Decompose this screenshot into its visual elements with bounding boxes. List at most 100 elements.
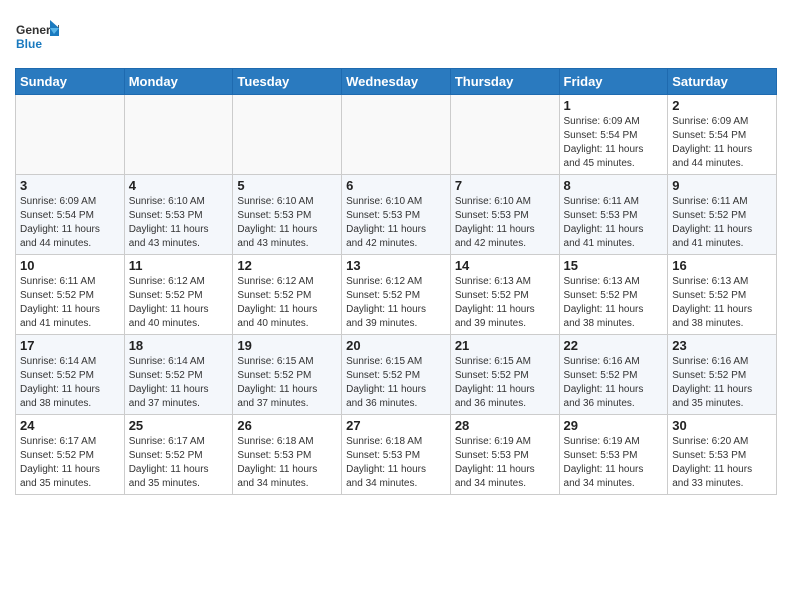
day-cell: 6 Sunrise: 6:10 AM Sunset: 5:53 PM Daylig… <box>342 175 451 255</box>
weekday-tuesday: Tuesday <box>233 69 342 95</box>
day-cell: 15 Sunrise: 6:13 AM Sunset: 5:52 PM Dayli… <box>559 255 668 335</box>
day-cell: 11 Sunrise: 6:12 AM Sunset: 5:52 PM Dayli… <box>124 255 233 335</box>
week-row-2: 3 Sunrise: 6:09 AM Sunset: 5:54 PM Daylig… <box>16 175 777 255</box>
day-info: Sunrise: 6:18 AM Sunset: 5:53 PM Dayligh… <box>346 435 446 491</box>
day-info: Sunrise: 6:09 AM Sunset: 5:54 PM Dayligh… <box>564 115 664 171</box>
weekday-monday: Monday <box>124 69 233 95</box>
header: General Blue <box>15 10 777 60</box>
day-info: Sunrise: 6:17 AM Sunset: 5:52 PM Dayligh… <box>129 435 229 491</box>
day-info: Sunrise: 6:09 AM Sunset: 5:54 PM Dayligh… <box>672 115 772 171</box>
week-row-3: 10 Sunrise: 6:11 AM Sunset: 5:52 PM Dayli… <box>16 255 777 335</box>
day-number: 17 <box>20 338 120 353</box>
day-info: Sunrise: 6:14 AM Sunset: 5:52 PM Dayligh… <box>20 355 120 411</box>
day-cell: 29 Sunrise: 6:19 AM Sunset: 5:53 PM Dayli… <box>559 415 668 495</box>
day-number: 21 <box>455 338 555 353</box>
day-number: 18 <box>129 338 229 353</box>
day-cell: 21 Sunrise: 6:15 AM Sunset: 5:52 PM Dayli… <box>450 335 559 415</box>
weekday-saturday: Saturday <box>668 69 777 95</box>
day-number: 30 <box>672 418 772 433</box>
day-cell: 27 Sunrise: 6:18 AM Sunset: 5:53 PM Dayli… <box>342 415 451 495</box>
day-cell <box>450 95 559 175</box>
day-cell: 19Sunrise: 6:15 AM Sunset: 5:52 PM Dayli… <box>233 335 342 415</box>
day-cell: 1 Sunrise: 6:09 AM Sunset: 5:54 PM Daylig… <box>559 95 668 175</box>
day-info: Sunrise: 6:12 AM Sunset: 5:52 PM Dayligh… <box>237 275 337 331</box>
week-row-5: 24Sunrise: 6:17 AM Sunset: 5:52 PM Dayli… <box>16 415 777 495</box>
day-number: 29 <box>564 418 664 433</box>
day-number: 1 <box>564 98 664 113</box>
day-info: Sunrise: 6:17 AM Sunset: 5:52 PM Dayligh… <box>20 435 120 491</box>
day-cell: 14 Sunrise: 6:13 AM Sunset: 5:52 PM Dayli… <box>450 255 559 335</box>
day-info: Sunrise: 6:15 AM Sunset: 5:52 PM Dayligh… <box>455 355 555 411</box>
day-cell: 17 Sunrise: 6:14 AM Sunset: 5:52 PM Dayli… <box>16 335 125 415</box>
day-info: Sunrise: 6:13 AM Sunset: 5:52 PM Dayligh… <box>672 275 772 331</box>
day-number: 20 <box>346 338 446 353</box>
day-cell: 25 Sunrise: 6:17 AM Sunset: 5:52 PM Dayli… <box>124 415 233 495</box>
day-cell: 24Sunrise: 6:17 AM Sunset: 5:52 PM Dayli… <box>16 415 125 495</box>
calendar-table: SundayMondayTuesdayWednesdayThursdayFrid… <box>15 68 777 495</box>
day-number: 25 <box>129 418 229 433</box>
day-cell: 10 Sunrise: 6:11 AM Sunset: 5:52 PM Dayli… <box>16 255 125 335</box>
day-number: 14 <box>455 258 555 273</box>
logo: General Blue <box>15 16 59 60</box>
day-info: Sunrise: 6:16 AM Sunset: 5:52 PM Dayligh… <box>564 355 664 411</box>
weekday-wednesday: Wednesday <box>342 69 451 95</box>
day-info: Sunrise: 6:10 AM Sunset: 5:53 PM Dayligh… <box>346 195 446 251</box>
day-cell: 28 Sunrise: 6:19 AM Sunset: 5:53 PM Dayli… <box>450 415 559 495</box>
day-info: Sunrise: 6:19 AM Sunset: 5:53 PM Dayligh… <box>455 435 555 491</box>
day-number: 3 <box>20 178 120 193</box>
day-cell: 26 Sunrise: 6:18 AM Sunset: 5:53 PM Dayli… <box>233 415 342 495</box>
day-cell: 5 Sunrise: 6:10 AM Sunset: 5:53 PM Daylig… <box>233 175 342 255</box>
day-number: 27 <box>346 418 446 433</box>
day-cell: 13 Sunrise: 6:12 AM Sunset: 5:52 PM Dayli… <box>342 255 451 335</box>
day-cell: 2 Sunrise: 6:09 AM Sunset: 5:54 PM Daylig… <box>668 95 777 175</box>
day-info: Sunrise: 6:15 AM Sunset: 5:52 PM Dayligh… <box>346 355 446 411</box>
day-info: Sunrise: 6:18 AM Sunset: 5:53 PM Dayligh… <box>237 435 337 491</box>
day-info: Sunrise: 6:13 AM Sunset: 5:52 PM Dayligh… <box>564 275 664 331</box>
day-number: 5 <box>237 178 337 193</box>
day-cell: 23Sunrise: 6:16 AM Sunset: 5:52 PM Dayli… <box>668 335 777 415</box>
day-info: Sunrise: 6:10 AM Sunset: 5:53 PM Dayligh… <box>455 195 555 251</box>
day-cell: 4Sunrise: 6:10 AM Sunset: 5:53 PM Daylig… <box>124 175 233 255</box>
day-info: Sunrise: 6:12 AM Sunset: 5:52 PM Dayligh… <box>346 275 446 331</box>
day-cell: 16 Sunrise: 6:13 AM Sunset: 5:52 PM Dayli… <box>668 255 777 335</box>
svg-text:Blue: Blue <box>16 37 42 51</box>
day-number: 2 <box>672 98 772 113</box>
day-info: Sunrise: 6:19 AM Sunset: 5:53 PM Dayligh… <box>564 435 664 491</box>
day-number: 6 <box>346 178 446 193</box>
day-info: Sunrise: 6:11 AM Sunset: 5:53 PM Dayligh… <box>564 195 664 251</box>
day-number: 12 <box>237 258 337 273</box>
day-info: Sunrise: 6:11 AM Sunset: 5:52 PM Dayligh… <box>672 195 772 251</box>
day-cell: 18Sunrise: 6:14 AM Sunset: 5:52 PM Dayli… <box>124 335 233 415</box>
day-number: 28 <box>455 418 555 433</box>
day-cell: 30 Sunrise: 6:20 AM Sunset: 5:53 PM Dayli… <box>668 415 777 495</box>
logo-svg: General Blue <box>15 16 59 60</box>
day-number: 4 <box>129 178 229 193</box>
day-info: Sunrise: 6:11 AM Sunset: 5:52 PM Dayligh… <box>20 275 120 331</box>
day-number: 13 <box>346 258 446 273</box>
day-cell: 9 Sunrise: 6:11 AM Sunset: 5:52 PM Daylig… <box>668 175 777 255</box>
day-cell <box>124 95 233 175</box>
day-number: 8 <box>564 178 664 193</box>
day-info: Sunrise: 6:12 AM Sunset: 5:52 PM Dayligh… <box>129 275 229 331</box>
weekday-sunday: Sunday <box>16 69 125 95</box>
weekday-friday: Friday <box>559 69 668 95</box>
day-number: 22 <box>564 338 664 353</box>
day-number: 10 <box>20 258 120 273</box>
day-number: 11 <box>129 258 229 273</box>
day-info: Sunrise: 6:13 AM Sunset: 5:52 PM Dayligh… <box>455 275 555 331</box>
day-cell <box>16 95 125 175</box>
day-number: 9 <box>672 178 772 193</box>
day-number: 26 <box>237 418 337 433</box>
day-cell <box>233 95 342 175</box>
day-info: Sunrise: 6:10 AM Sunset: 5:53 PM Dayligh… <box>237 195 337 251</box>
weekday-header-row: SundayMondayTuesdayWednesdayThursdayFrid… <box>16 69 777 95</box>
day-number: 16 <box>672 258 772 273</box>
day-cell: 3 Sunrise: 6:09 AM Sunset: 5:54 PM Daylig… <box>16 175 125 255</box>
day-number: 15 <box>564 258 664 273</box>
day-info: Sunrise: 6:20 AM Sunset: 5:53 PM Dayligh… <box>672 435 772 491</box>
day-cell: 22 Sunrise: 6:16 AM Sunset: 5:52 PM Dayli… <box>559 335 668 415</box>
week-row-1: 1 Sunrise: 6:09 AM Sunset: 5:54 PM Daylig… <box>16 95 777 175</box>
day-info: Sunrise: 6:09 AM Sunset: 5:54 PM Dayligh… <box>20 195 120 251</box>
weekday-thursday: Thursday <box>450 69 559 95</box>
day-cell: 12 Sunrise: 6:12 AM Sunset: 5:52 PM Dayli… <box>233 255 342 335</box>
